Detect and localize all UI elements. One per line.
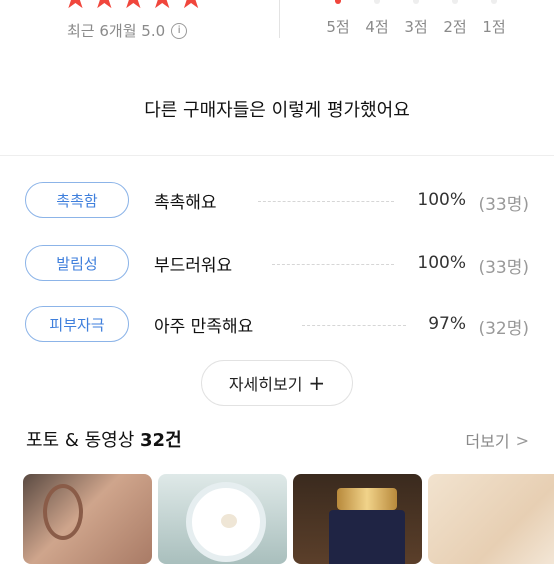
recent-rating: 최근 6개월 5.0 i bbox=[67, 20, 188, 41]
see-details-label: 자세히보기 bbox=[228, 375, 303, 394]
rating-bar-label: 5점 bbox=[326, 18, 350, 36]
jar-body bbox=[329, 510, 405, 564]
photo-title-prefix: 포토 & 동영상 bbox=[26, 430, 135, 451]
ear-shape bbox=[43, 484, 83, 540]
evaluation-percent: 100% bbox=[417, 190, 466, 210]
evaluation-count: (33명) bbox=[478, 195, 529, 215]
evaluation-row: 피부자극 아주 만족해요 97% (32명) bbox=[0, 306, 554, 350]
rating-bar-label: 2점 bbox=[443, 18, 467, 36]
rating-bar-label: 1점 bbox=[482, 18, 506, 36]
rating-bar bbox=[452, 0, 458, 4]
photo-section-title: 포토 & 동영상 32건 bbox=[26, 426, 182, 452]
photo-thumbnail[interactable] bbox=[293, 474, 422, 564]
dotted-leader bbox=[258, 201, 394, 202]
see-more-label: 더보기 bbox=[465, 432, 510, 451]
star-icon: ★ bbox=[91, 0, 118, 14]
star-icon: ★ bbox=[120, 0, 147, 14]
photo-title-count: 32건 bbox=[140, 430, 182, 451]
photo-thumbnail[interactable] bbox=[428, 474, 554, 564]
recent-rating-label: 최근 6개월 5.0 bbox=[67, 22, 166, 40]
rating-bar bbox=[491, 0, 497, 4]
photo-thumbnail[interactable] bbox=[158, 474, 287, 564]
rating-bar-label: 4점 bbox=[365, 18, 389, 36]
evaluation-title: 다른 구매자들은 이렇게 평가했어요 bbox=[144, 100, 410, 121]
divider bbox=[279, 0, 280, 38]
dotted-leader bbox=[272, 264, 394, 265]
info-icon[interactable]: i bbox=[171, 22, 188, 39]
evaluation-text: 촉촉해요 bbox=[154, 193, 217, 213]
evaluation-percent: 100% bbox=[417, 253, 466, 273]
section-divider bbox=[0, 155, 554, 156]
plus-icon: + bbox=[308, 371, 326, 395]
star-icon: ★ bbox=[178, 0, 205, 14]
evaluation-count: (32명) bbox=[478, 319, 529, 339]
jar-lid bbox=[337, 488, 397, 510]
rating-bar bbox=[335, 0, 341, 4]
see-more-link[interactable]: 더보기 > bbox=[465, 428, 529, 452]
evaluation-text: 부드러워요 bbox=[154, 256, 233, 276]
rating-bar-label: 3점 bbox=[404, 18, 428, 36]
cream-dab bbox=[221, 514, 237, 528]
photo-thumbnail[interactable] bbox=[23, 474, 152, 564]
chevron-right-icon: > bbox=[515, 430, 529, 450]
tag-pill-spreadability[interactable]: 발림성 bbox=[25, 245, 129, 281]
evaluation-text: 아주 만족해요 bbox=[154, 317, 254, 337]
evaluation-percent: 97% bbox=[428, 314, 466, 334]
rating-stars: ★ ★ ★ ★ ★ bbox=[62, 0, 205, 14]
star-icon: ★ bbox=[62, 0, 89, 14]
evaluation-row: 촉촉함 촉촉해요 100% (33명) bbox=[0, 182, 554, 226]
rating-bar bbox=[374, 0, 380, 4]
tag-pill-irritation[interactable]: 피부자극 bbox=[25, 306, 129, 342]
star-icon: ★ bbox=[149, 0, 176, 14]
tag-pill-moisture[interactable]: 촉촉함 bbox=[25, 182, 129, 218]
rating-bar bbox=[413, 0, 419, 4]
evaluation-row: 발림성 부드러워요 100% (33명) bbox=[0, 245, 554, 289]
evaluation-count: (33명) bbox=[478, 258, 529, 278]
see-details-button[interactable]: 자세히보기 + bbox=[201, 360, 353, 406]
dotted-leader bbox=[302, 325, 406, 326]
